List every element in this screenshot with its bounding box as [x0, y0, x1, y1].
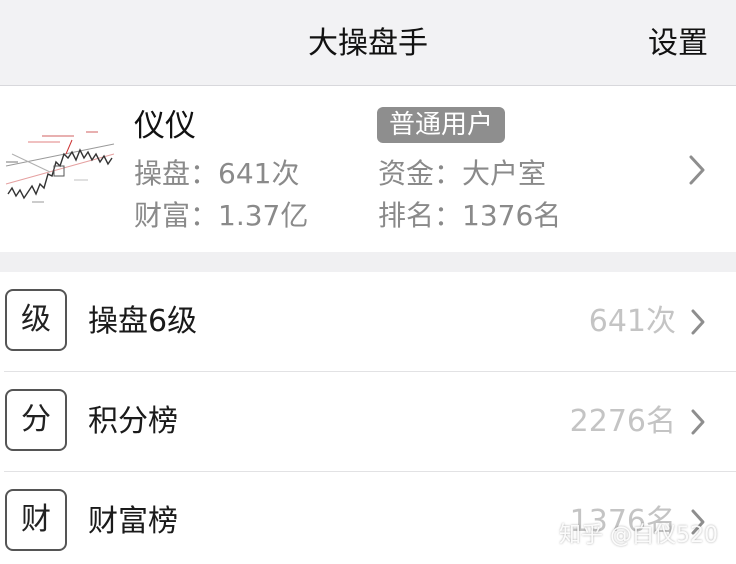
- stock-chart-avatar-icon: [2, 114, 118, 212]
- trade-count: 操盘：641次: [134, 157, 300, 190]
- chevron-right-icon: [691, 409, 705, 435]
- watermark: 知乎 @白仪520: [559, 523, 718, 548]
- screen: 大操盘手 设置 仪仪 普通用户 操盘：641次 财富：1.37亿 资金：大户室 …: [0, 0, 736, 564]
- chevron-right-icon[interactable]: [688, 154, 706, 186]
- user-type-badge: 普通用户: [377, 107, 506, 143]
- list-item-level[interactable]: 级 操盘6级 641次: [0, 272, 736, 371]
- list-item-points-ranking[interactable]: 分 积分榜 2276名: [0, 372, 736, 471]
- user-name: 仪仪: [134, 108, 196, 144]
- settings-button[interactable]: 设置: [648, 26, 708, 62]
- profile-card[interactable]: 仪仪 普通用户 操盘：641次 财富：1.37亿 资金：大户室 排名：1376名: [0, 86, 736, 252]
- list-item-label: 积分榜: [88, 404, 178, 439]
- wealth-amount: 财富：1.37亿: [134, 199, 309, 232]
- funds-level: 资金：大户室: [378, 157, 547, 190]
- points-icon: 分: [5, 389, 67, 451]
- page-title: 大操盘手: [308, 26, 428, 61]
- list-item-wealth-ranking[interactable]: 财 财富榜 1376名: [0, 472, 736, 564]
- list-item-label: 操盘6级: [88, 304, 198, 339]
- chevron-right-icon: [691, 309, 705, 335]
- nav-bar: 大操盘手 设置: [0, 0, 736, 86]
- list-item-value: 2276名: [569, 404, 676, 439]
- menu-list: 级 操盘6级 641次 分 积分榜 2276名 财 财富榜 1376名: [0, 272, 736, 564]
- list-item-value: 641次: [588, 304, 676, 339]
- avatar: [2, 114, 118, 212]
- wealth-icon: 财: [5, 489, 67, 551]
- rank-value: 排名：1376名: [378, 199, 562, 232]
- list-item-label: 财富榜: [88, 504, 178, 539]
- level-icon: 级: [5, 289, 67, 351]
